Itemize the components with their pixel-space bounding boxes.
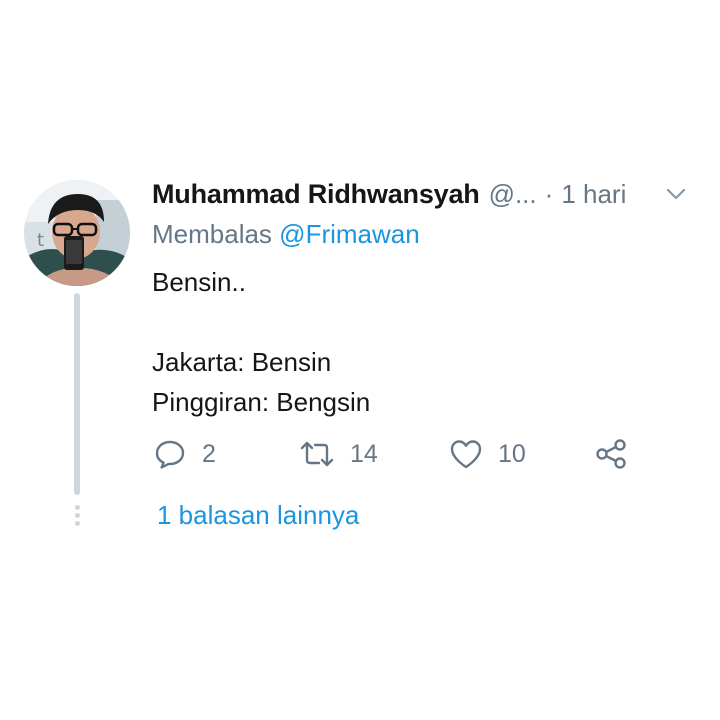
like-button[interactable]: 10 [448, 434, 526, 474]
chevron-down-icon[interactable] [664, 182, 688, 206]
reply-to-line: Membalas @Frimawan [152, 219, 420, 250]
thread-line [74, 293, 80, 495]
retweet-button[interactable]: 14 [298, 434, 378, 474]
thread-dot [74, 505, 80, 510]
thread-dot [74, 513, 80, 518]
heart-icon [448, 436, 484, 472]
header-separator: · [544, 178, 554, 209]
tweet-text-line: Bensin.. [152, 267, 246, 297]
tweet-header: Muhammad Ridhwansyah @... · 1 hari [152, 176, 700, 212]
reply-button[interactable]: 2 [152, 434, 216, 474]
reply-count: 2 [202, 439, 216, 468]
author-name[interactable]: Muhammad Ridhwansyah [152, 179, 480, 210]
author-handle[interactable]: @... [489, 179, 537, 210]
more-replies-link[interactable]: 1 balasan lainnya [157, 500, 359, 531]
tweet-text-line: Pinggiran: Bengsin [152, 387, 371, 417]
svg-text:t: t [37, 230, 44, 251]
tweet-text-blank-line [152, 302, 370, 342]
reply-to-prefix: Membalas [152, 219, 272, 249]
retweet-icon [298, 436, 336, 472]
thread-dots [73, 505, 81, 529]
tweet-container: t Muhammad Ridhwansyah @... · 1 hari Mem… [0, 0, 720, 720]
reply-icon [152, 436, 188, 472]
avatar-photo: t [24, 180, 130, 286]
thread-dot [74, 521, 80, 526]
tweet-timestamp[interactable]: 1 hari [561, 179, 626, 210]
tweet-text-line: Jakarta: Bensin [152, 347, 332, 377]
share-button[interactable] [594, 434, 630, 474]
reply-to-mention[interactable]: @Frimawan [279, 219, 420, 249]
avatar[interactable]: t [24, 180, 130, 286]
share-icon [594, 436, 630, 472]
tweet-actions: 2 14 10 [152, 434, 652, 474]
like-count: 10 [498, 439, 526, 468]
retweet-count: 14 [350, 439, 378, 468]
tweet-text: Bensin.. Jakarta: Bensin Pinggiran: Beng… [152, 262, 370, 422]
